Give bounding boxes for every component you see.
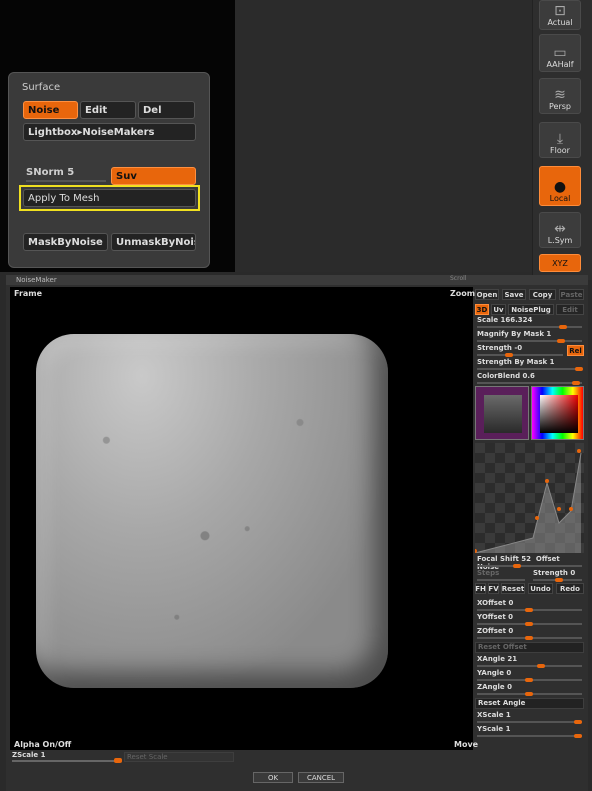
edit-button[interactable]: Edit [80, 101, 136, 119]
lsym-label: L.Sym [547, 236, 573, 245]
strength-label: Strength -0 [477, 344, 523, 352]
noiseplug-button[interactable]: NoisePlug [508, 304, 554, 315]
scale-slider[interactable]: Scale 166.324 [475, 316, 584, 329]
strength-by-mask-slider[interactable]: Strength By Mask 1 [475, 358, 584, 371]
local-button[interactable]: ● Local [539, 166, 581, 206]
move-button[interactable]: Move [454, 740, 478, 749]
actual-icon: ⊡ [554, 3, 566, 19]
lightbox-noisemakers-button[interactable]: Lightbox▸NoiseMakers [23, 123, 196, 141]
strength-slider[interactable]: Strength -0 [475, 344, 565, 357]
colorblend-label: ColorBlend 0.6 [477, 372, 535, 380]
copy-button[interactable]: Copy [529, 289, 556, 300]
unmask-by-noise-button[interactable]: UnmaskByNois [111, 233, 196, 251]
reset-curve-button[interactable]: Reset [501, 583, 525, 594]
persp-button[interactable]: ≋ Persp [539, 78, 581, 114]
rel-button[interactable]: Rel [567, 345, 584, 356]
cancel-button[interactable]: CANCEL [298, 772, 344, 783]
ok-button[interactable]: OK [253, 772, 293, 783]
xoffset-slider[interactable]: XOffset 0 [475, 599, 584, 612]
focal-shift-slider[interactable]: Focal Shift 52 Offset Noise [475, 555, 584, 571]
flip-h-button[interactable]: FH [475, 583, 486, 594]
offset-label: Offset [535, 555, 560, 563]
steps-slider[interactable]: Steps [475, 569, 527, 582]
actual-label: Actual [547, 18, 573, 27]
viewport-background [235, 0, 532, 272]
xyz-button[interactable]: XYZ [539, 254, 581, 272]
floor-icon: ⤓ [556, 131, 564, 147]
noise-curve-editor[interactable] [475, 443, 584, 553]
local-icon: ● [553, 179, 567, 195]
xangle-slider[interactable]: XAngle 21 [475, 655, 584, 668]
xoffset-label: XOffset 0 [477, 599, 514, 607]
yoffset-label: YOffset 0 [477, 613, 514, 621]
lsym-icon: ⇹ [554, 221, 566, 237]
steps-label: Steps [477, 569, 500, 577]
noise-button[interactable]: Noise [23, 101, 78, 119]
lsym-button[interactable]: ⇹ L.Sym [539, 212, 581, 248]
surface-title: Surface [22, 82, 61, 93]
mode-uv-button[interactable]: Uv [491, 304, 506, 315]
actual-button[interactable]: ⊡ Actual [539, 0, 581, 30]
persp-icon: ≋ [554, 87, 566, 103]
xscale-label: XScale 1 [477, 711, 511, 719]
yscale-label: YScale 1 [477, 725, 511, 733]
alpha-toggle[interactable]: Alpha On/Off [14, 740, 71, 749]
reset-scale-button[interactable]: Reset Scale [124, 752, 234, 762]
xscale-slider[interactable]: XScale 1 [475, 711, 584, 724]
colorblend-slider[interactable]: ColorBlend 0.6 [475, 372, 584, 385]
local-label: Local [549, 194, 571, 203]
color-picker-a[interactable] [475, 386, 529, 440]
mask-by-noise-button[interactable]: MaskByNoise [23, 233, 108, 251]
undo-button[interactable]: Undo [528, 583, 553, 594]
edit-noise-button[interactable]: Edit [556, 304, 584, 315]
focal-shift-label: Focal Shift 52 [477, 555, 532, 563]
reset-offset-button[interactable]: Reset Offset [475, 642, 584, 653]
floor-label: Floor [550, 146, 570, 155]
curve-strength-slider[interactable]: Strength 0 [531, 569, 584, 582]
open-button[interactable]: Open [475, 289, 499, 300]
reset-angle-button[interactable]: Reset Angle [475, 698, 584, 709]
persp-label: Persp [549, 102, 571, 111]
aahalf-label: AAHalf [546, 60, 574, 69]
aahalf-icon: ▭ [553, 45, 567, 61]
paste-button[interactable]: Paste [559, 289, 584, 300]
frame-button[interactable]: Frame [14, 289, 42, 298]
zoffset-slider[interactable]: ZOffset 0 [475, 627, 584, 640]
save-button[interactable]: Save [502, 289, 526, 300]
zscale-slider[interactable] [12, 760, 120, 762]
flip-v-button[interactable]: FV [488, 583, 499, 594]
scroll-label: Scroll [450, 275, 467, 282]
zscale-slider-knob[interactable] [114, 758, 122, 763]
mode-3d-button[interactable]: 3D [475, 304, 489, 315]
snorm-slider-label: SNorm 5 [26, 167, 75, 178]
noise-surface-texture [36, 334, 388, 688]
highlight-box [19, 185, 200, 211]
yoffset-slider[interactable]: YOffset 0 [475, 613, 584, 626]
curve-graph [475, 449, 582, 553]
zangle-label: ZAngle 0 [477, 683, 512, 691]
snorm-slider[interactable] [26, 180, 106, 182]
scale-label: Scale 166.324 [477, 316, 533, 324]
magnify-label: Magnify By Mask 1 [477, 330, 552, 338]
color-picker-b[interactable] [531, 386, 584, 440]
xyz-label: XYZ [552, 258, 568, 268]
floor-button[interactable]: ⤓ Floor [539, 122, 581, 158]
zoffset-label: ZOffset 0 [477, 627, 514, 635]
curve-strength-label: Strength 0 [533, 569, 576, 577]
del-button[interactable]: Del [138, 101, 195, 119]
xangle-label: XAngle 21 [477, 655, 518, 663]
magnify-by-mask-slider[interactable]: Magnify By Mask 1 [475, 330, 584, 343]
suv-button[interactable]: Suv [111, 167, 196, 185]
strength-by-mask-label: Strength By Mask 1 [477, 358, 555, 366]
aahalf-button[interactable]: ▭ AAHalf [539, 34, 581, 72]
noisemaker-title: NoiseMaker [16, 276, 57, 284]
redo-button[interactable]: Redo [556, 583, 584, 594]
noisemaker-titlebar[interactable] [6, 275, 588, 285]
yscale-slider[interactable]: YScale 1 [475, 725, 584, 738]
zangle-slider[interactable]: ZAngle 0 [475, 683, 584, 696]
yangle-label: YAngle 0 [477, 669, 512, 677]
yangle-slider[interactable]: YAngle 0 [475, 669, 584, 682]
zscale-label: ZScale 1 [12, 751, 46, 759]
zoom-button[interactable]: Zoom [450, 289, 475, 298]
